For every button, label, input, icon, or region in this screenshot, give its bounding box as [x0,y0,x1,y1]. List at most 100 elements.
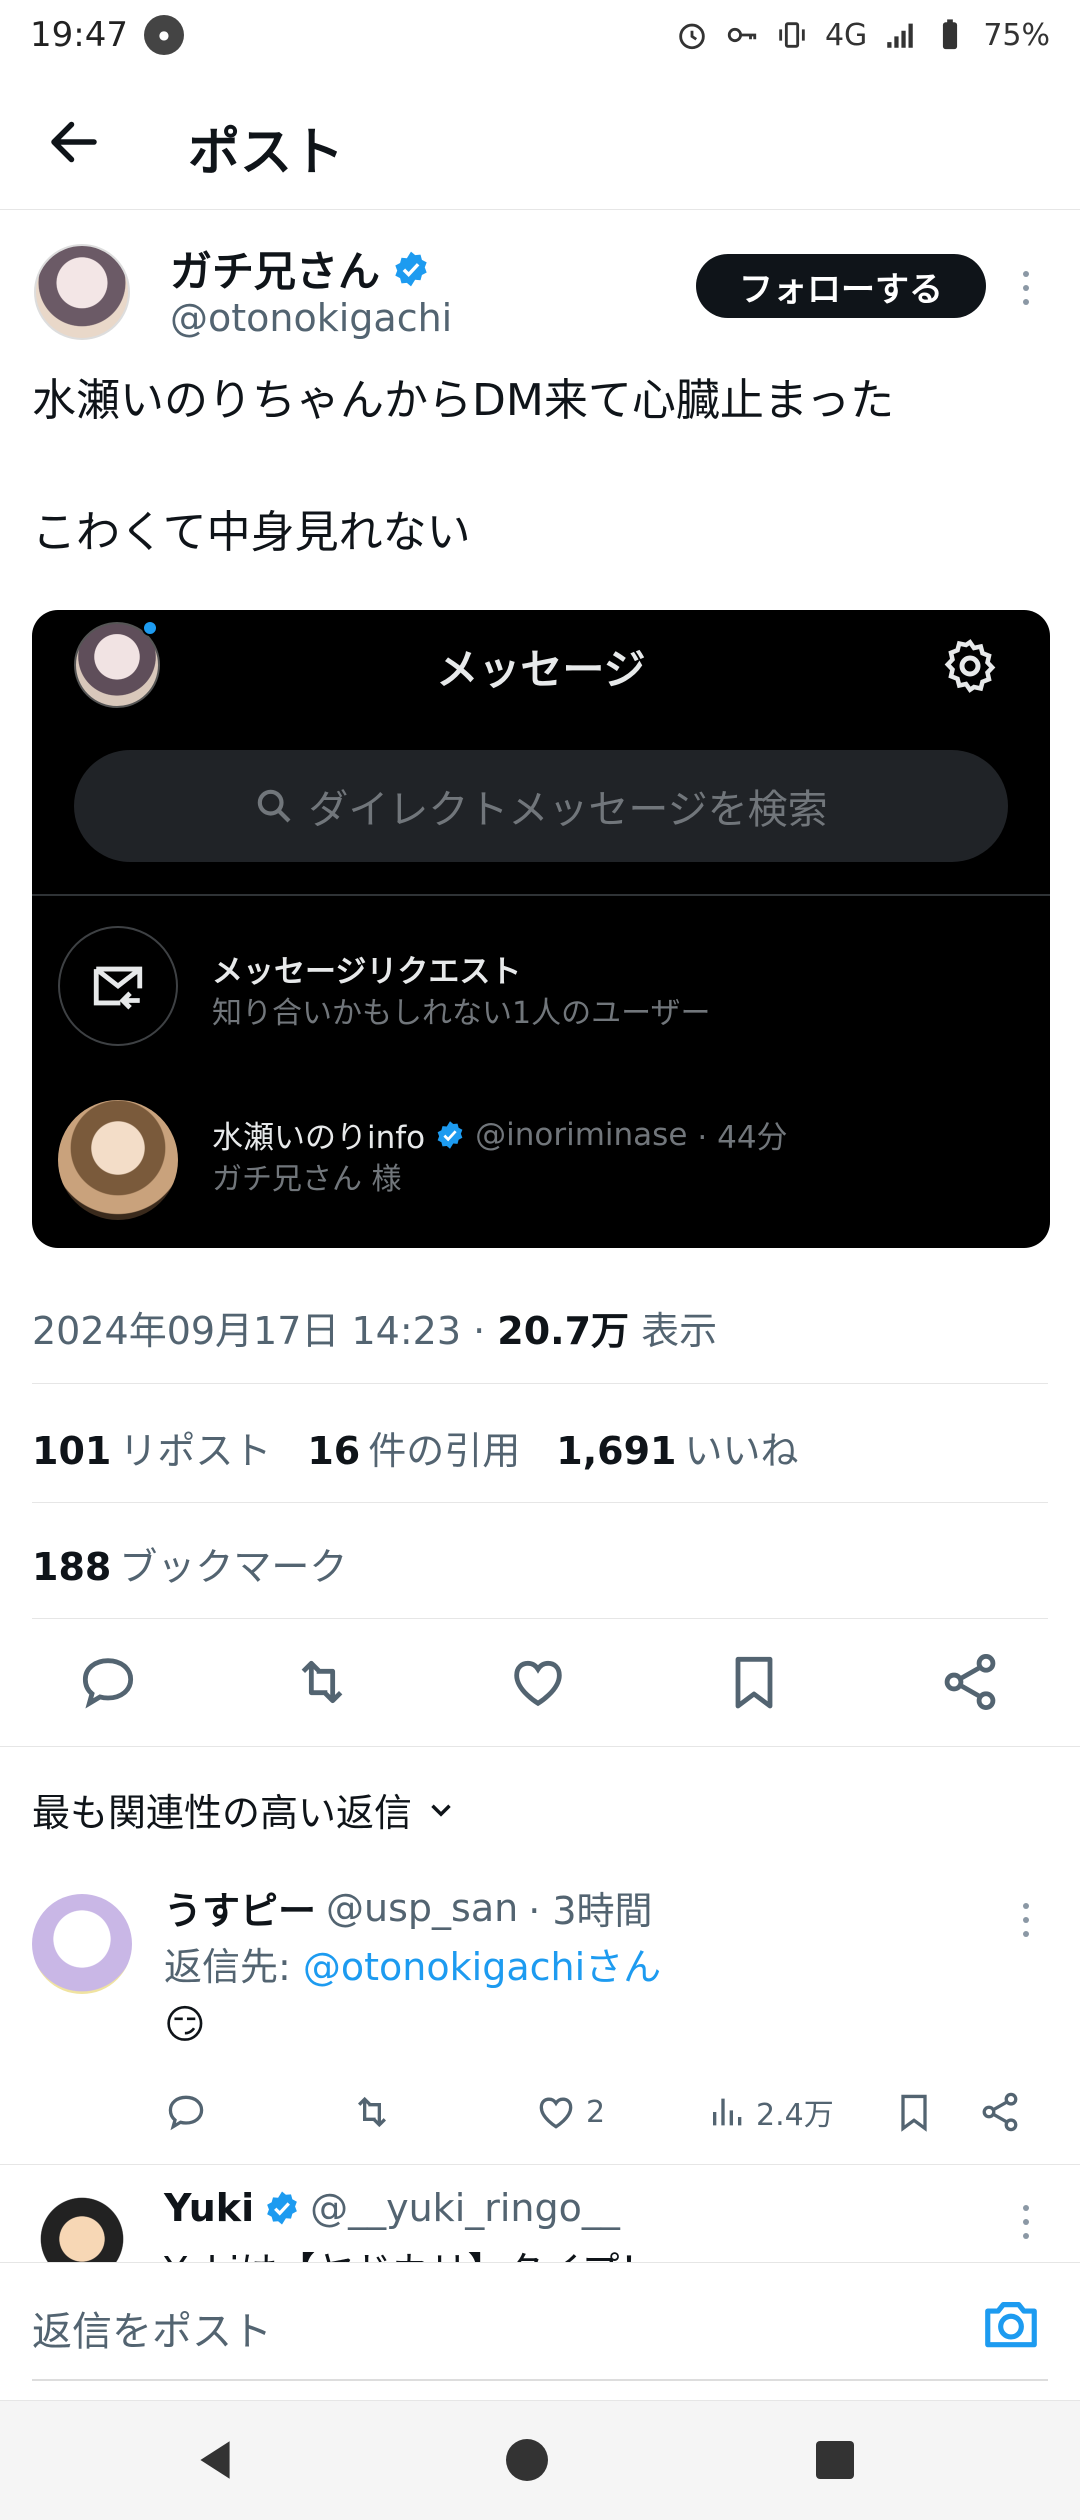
reply-author-name[interactable]: うすピー [164,1880,316,1935]
bookmark-icon[interactable] [722,1650,786,1714]
signal-icon [887,23,914,48]
likes-stat[interactable]: 1,691 いいね [556,1420,798,1475]
status-bar: 19:47 ● 4G 75% [0,0,1080,70]
notification-icon: ● [143,15,184,55]
post-text-line: こわくて中身見れない [32,507,471,558]
more-options-icon[interactable] [1016,1900,1036,1940]
reply-reply-button[interactable] [164,2090,208,2134]
reply-repost-button[interactable] [350,2090,394,2134]
reply-header: Yuki @__yuki_ringo__ [164,2186,620,2230]
alarm-icon [679,23,705,50]
network-label: 4G [824,17,868,53]
mail-arrow-icon [93,966,143,1010]
dm-header: メッセージ [32,610,1050,722]
reply-avatar[interactable] [32,1894,132,1994]
system-nav-bar [0,2400,1080,2520]
reply-like-button[interactable]: 2 [534,2090,605,2134]
reply-author-name[interactable]: Yuki [164,2186,254,2230]
gear-icon [944,639,996,693]
back-arrow-icon[interactable] [44,112,104,172]
bookmarks-stat[interactable]: 188 ブックマーク [32,1536,347,1591]
post-timestamp: 2024年09月17日 14:23 [32,1309,462,1353]
reply-icon [168,2095,204,2131]
reply-item[interactable]: Yuki @__yuki_ringo__ Yukiは【ヤドカリ】タイプ！ [0,2180,1080,2262]
post-image[interactable]: メッセージ ダイレクトメッセージを検索 メッセージリクエスト 知り合いかもしれな… [32,610,1050,1248]
message-request-title: メッセージリクエスト [212,954,522,990]
search-icon [258,789,291,823]
conversation-avatar [58,1100,178,1220]
post-stats: 101 リポスト 16 件の引用 1,691 いいね [32,1420,798,1475]
reply-to: 返信先: @otonokigachiさん [164,1945,662,1989]
follow-button[interactable]: フォローする [696,254,986,318]
conversation-preview: ガチ兄さん 様 [212,1162,402,1197]
reply-input[interactable]: 返信をポスト [32,2299,272,2357]
conversation-name: 水瀬いのりinfo [212,1120,426,1156]
author-name: ガチ兄さん [170,247,381,296]
author-name-row[interactable]: ガチ兄さん [170,238,430,299]
dm-search-placeholder: ダイレクトメッセージを検索 [308,787,828,833]
divider [32,1618,1048,1619]
chevron-down-icon [431,1804,451,1817]
nav-recents-icon[interactable] [816,2441,854,2479]
conversation-time: · 44分 [697,1120,788,1156]
dm-search-field: ダイレクトメッセージを検索 [74,750,1008,862]
battery-icon [943,19,958,50]
reply-header: うすピー @usp_san · 3時間 [164,1880,653,1935]
status-time: 19:47 [30,15,128,55]
camera-icon[interactable] [980,2293,1042,2355]
divider [32,2379,1048,2381]
reposts-stat[interactable]: 101 リポスト [32,1420,271,1475]
verified-badge-icon [267,2191,297,2225]
divider [32,1502,1048,1503]
verified-badge-icon [437,1120,463,1149]
author-handle[interactable]: @otonokigachi [170,296,452,340]
more-options-icon[interactable] [1016,2202,1036,2242]
divider [0,1746,1080,1747]
bookmark-icon[interactable] [892,2090,936,2134]
reply-author-handle[interactable]: @__yuki_ringo__ [310,2186,620,2230]
like-icon [539,2097,573,2129]
nav-back-icon[interactable] [190,2435,240,2485]
reply-author-handle[interactable]: @usp_san [326,1886,518,1930]
more-options-icon[interactable] [1016,268,1036,308]
unread-dot [142,620,158,636]
nav-home-icon[interactable] [506,2439,548,2481]
share-icon[interactable] [938,1650,1002,1714]
views-count: 20.7万 [497,1309,630,1353]
vibrate-icon [779,22,805,48]
reply-text: 😏 [164,2002,206,2048]
dm-title: メッセージ [436,645,646,694]
verified-badge-icon [395,251,427,286]
like-icon[interactable] [506,1650,570,1714]
repost-icon [357,2096,387,2128]
divider [32,1383,1048,1384]
quotes-stat[interactable]: 16 件の引用 [307,1420,520,1475]
post-meta: 2024年09月17日 14:23 · 20.7万 表示 [32,1309,718,1353]
conversation-handle: @inoriminase [475,1116,688,1153]
reply-text: Yukiは【ヤドカリ】タイプ！ [164,2240,658,2262]
page-title: ポスト [188,123,345,183]
views-label: 表示 [641,1309,718,1353]
reply-to-link[interactable]: @otonokigachiさん [303,1945,661,1989]
reply-views-button[interactable]: 2.4万 [708,2090,834,2134]
reply-avatar[interactable] [32,2194,132,2262]
reply-icon[interactable] [76,1650,140,1714]
divider [0,2164,1080,2165]
message-request-icon [58,926,178,1046]
message-request-subtitle: 知り合いかもしれない1人のユーザー [212,996,711,1031]
replies-sort-dropdown[interactable]: 最も関連性の高い返信 [32,1782,458,1837]
divider [32,894,1050,896]
reply-compose-bar[interactable]: 返信をポスト [0,2262,1080,2386]
conversation-header: 水瀬いのりinfo @inoriminase · 44分 [212,1112,788,1157]
status-icons: 4G 75% [675,18,1050,53]
app-bar: ポスト [0,70,1080,210]
key-icon [727,27,757,43]
views-chart-icon [713,2098,742,2126]
author-avatar[interactable] [34,244,130,340]
post-body: 水瀬いのりちゃんからDM来て心臓止まった こわくて中身見れない [32,368,1052,632]
reply-time: · 3時間 [528,1889,653,1933]
share-icon[interactable] [978,2090,1022,2134]
reply-like-count: 2 [586,2094,606,2130]
repost-icon[interactable] [290,1650,354,1714]
post-action-bar [0,1640,1080,1730]
